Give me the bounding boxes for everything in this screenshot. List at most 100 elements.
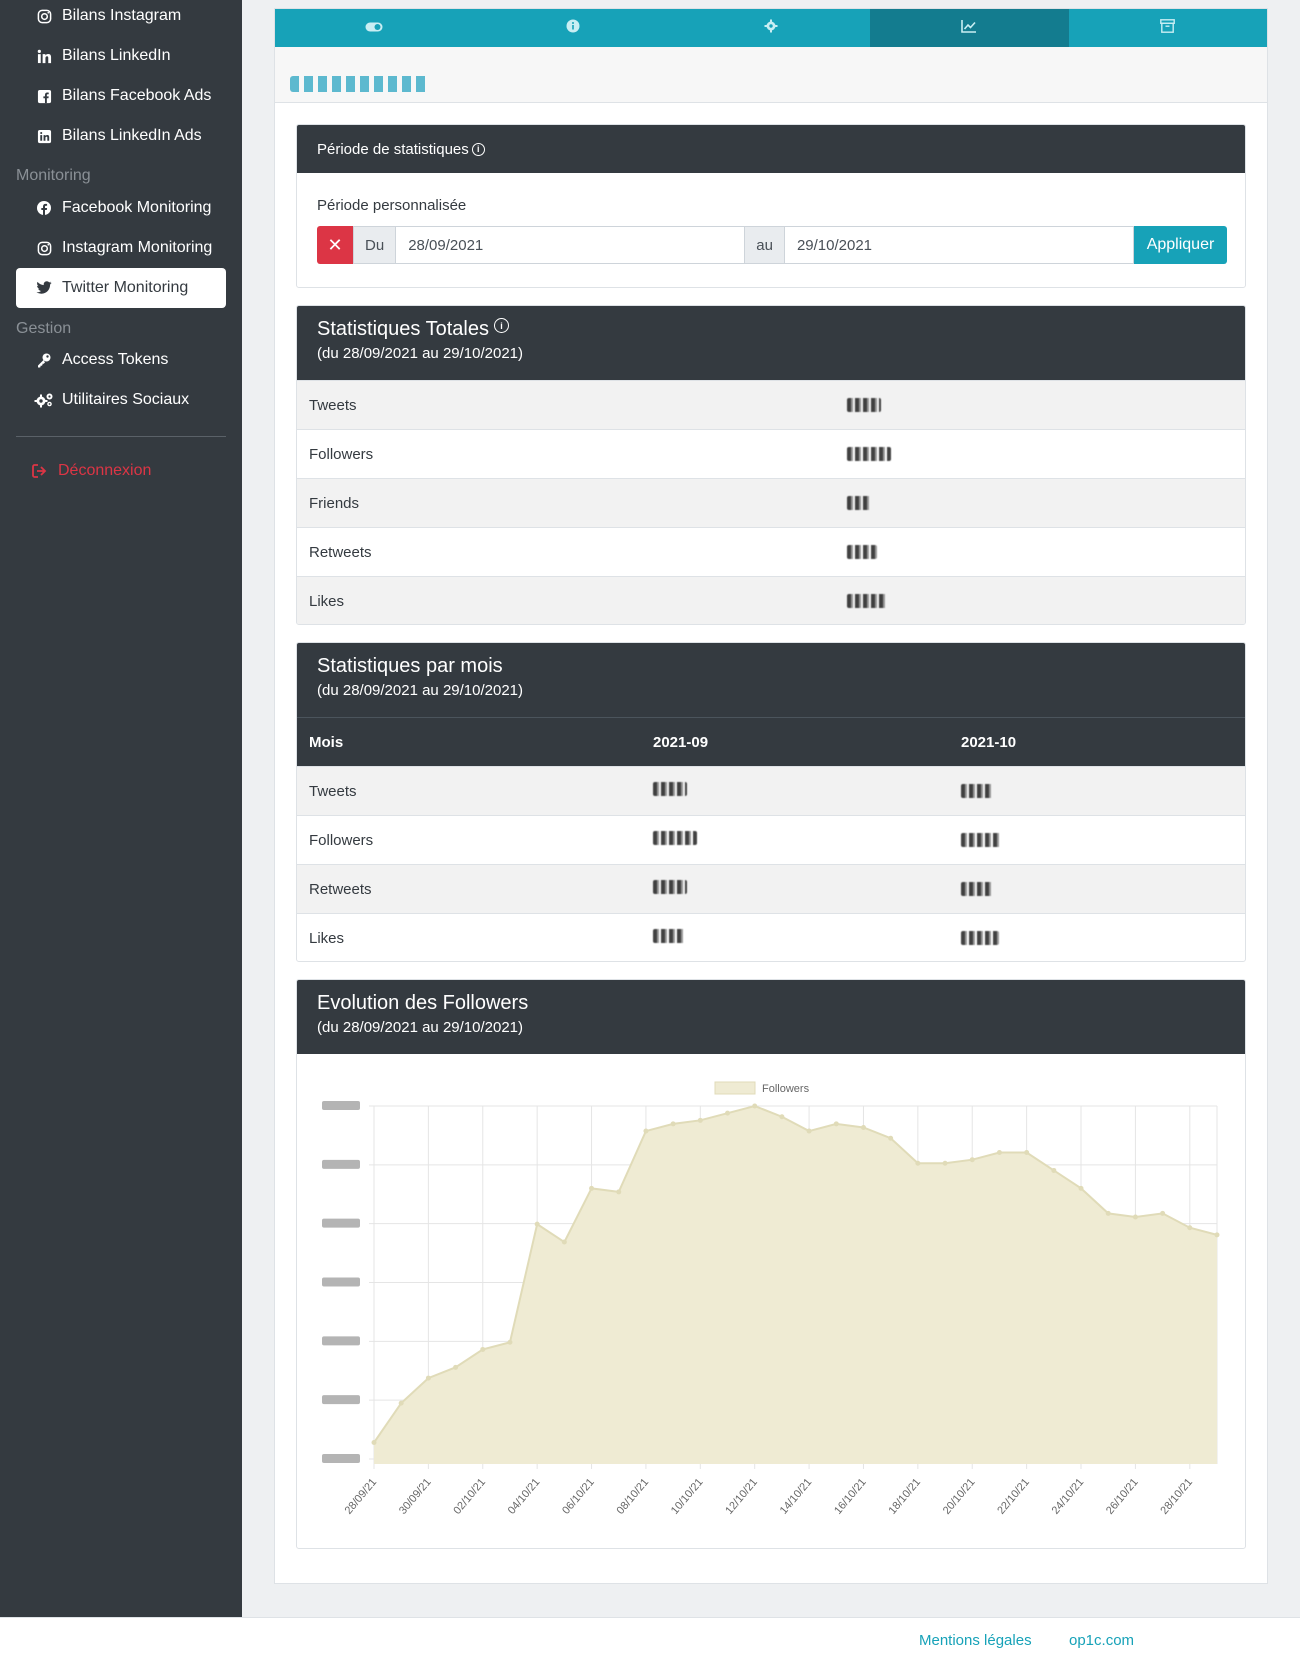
column-header: 2021-09 xyxy=(653,733,709,751)
tab-statistics[interactable] xyxy=(870,9,1069,47)
sidebar-item-utilitaires-sociaux[interactable]: Utilitaires Sociaux xyxy=(16,380,226,420)
period-panel-title: Période de statistiques xyxy=(317,140,469,158)
tab-bar xyxy=(275,9,1267,47)
x-tick-label: 28/10/21 xyxy=(1158,1476,1195,1517)
data-point xyxy=(561,1239,567,1245)
sidebar: Bilans Instagram Bilans LinkedIn Bilans … xyxy=(0,0,242,1617)
redacted-value xyxy=(961,882,993,896)
info-circle-icon[interactable]: i xyxy=(493,318,509,333)
followers-area-chart: 28/09/21 30/09/21 02/10/21 04/10/21 06/10/21… xyxy=(322,1081,1220,1517)
data-point xyxy=(1214,1232,1220,1238)
totals-panel-header: Statistiques Totales i (du 28/09/2021 au … xyxy=(297,306,1245,380)
data-point xyxy=(779,1114,785,1120)
sidebar-section-monitoring: Monitoring xyxy=(16,167,91,184)
data-point xyxy=(915,1160,921,1166)
sidebar-item-instagram-monitoring[interactable]: Instagram Monitoring xyxy=(16,228,226,268)
data-point xyxy=(507,1339,513,1345)
evolution-panel-header: Evolution des Followers (du 28/09/2021 a… xyxy=(297,980,1245,1054)
tab-settings[interactable] xyxy=(672,9,870,47)
op1c-link[interactable]: op1c.com xyxy=(1069,1632,1134,1649)
sidebar-item-bilans-linkedin-ads[interactable]: Bilans LinkedIn Ads xyxy=(16,116,226,156)
tab-archive[interactable] xyxy=(1069,9,1267,47)
clear-period-button[interactable]: ✕ xyxy=(317,226,353,264)
monthly-panel: Statistiques par mois (du 28/09/2021 au … xyxy=(296,642,1246,962)
table-row: Retweets xyxy=(297,527,1245,576)
x-tick-label: 16/10/21 xyxy=(832,1476,869,1517)
card-header xyxy=(275,47,1267,103)
table-row: Tweets xyxy=(297,766,1245,815)
data-point xyxy=(371,1440,377,1446)
logout-label: Déconnexion xyxy=(58,462,152,479)
followers-area xyxy=(374,1106,1217,1464)
y-tick-label-redacted xyxy=(322,1101,360,1110)
y-tick-label-redacted xyxy=(322,1159,360,1169)
x-tick-label: 08/10/21 xyxy=(615,1476,652,1517)
facebook-icon xyxy=(16,200,62,216)
row-label: Friends xyxy=(309,494,360,512)
row-label: Followers xyxy=(309,831,374,849)
legend-swatch xyxy=(714,1081,756,1095)
redacted-value xyxy=(847,398,881,412)
monthly-panel-title: Statistiques par mois xyxy=(317,655,503,677)
redacted-value xyxy=(961,931,999,945)
data-point xyxy=(670,1121,676,1127)
sidebar-item-facebook-monitoring[interactable]: Facebook Monitoring xyxy=(16,188,226,228)
close-icon: ✕ xyxy=(327,234,343,255)
data-point xyxy=(480,1346,486,1352)
data-point xyxy=(1187,1225,1193,1231)
table-row: Friends xyxy=(297,478,1245,527)
x-tick-label: 14/10/21 xyxy=(778,1476,815,1517)
redacted-value xyxy=(961,833,1001,847)
redacted-value xyxy=(847,496,871,510)
row-label: Likes xyxy=(309,592,345,610)
x-tick-label: 26/10/21 xyxy=(1104,1476,1141,1517)
mentions-legales-link[interactable]: Mentions légales xyxy=(919,1632,1032,1649)
sidebar-item-bilans-linkedin[interactable]: Bilans LinkedIn xyxy=(16,36,226,76)
info-icon xyxy=(566,19,580,38)
sidebar-item-bilans-facebook-ads[interactable]: Bilans Facebook Ads xyxy=(16,76,226,116)
sign-out-icon xyxy=(32,464,48,478)
tab-info[interactable] xyxy=(473,9,671,47)
column-header: Mois xyxy=(309,733,344,751)
redacted-account-name xyxy=(290,76,430,92)
sidebar-item-label: Instagram Monitoring xyxy=(62,239,213,256)
table-row: Likes xyxy=(297,913,1245,961)
sidebar-item-label: Bilans Instagram xyxy=(62,7,182,24)
instagram-icon xyxy=(16,9,62,24)
cogs-icon xyxy=(16,392,62,408)
sidebar-item-label: Utilitaires Sociaux xyxy=(62,391,190,408)
x-tick-label: 20/10/21 xyxy=(941,1476,978,1517)
table-row: Tweets xyxy=(297,380,1245,429)
data-point xyxy=(1051,1167,1057,1173)
period-panel-header: Période de statistiques i xyxy=(297,125,1245,173)
sidebar-divider xyxy=(16,436,226,437)
tab-toggle[interactable] xyxy=(275,9,473,47)
redacted-value xyxy=(653,929,685,943)
monthly-panel-subtitle: (du 28/09/2021 au 29/10/2021) xyxy=(317,682,524,699)
y-tick-label-redacted xyxy=(322,1336,360,1346)
sidebar-item-bilans-instagram[interactable]: Bilans Instagram xyxy=(16,0,226,36)
x-tick-label: 12/10/21 xyxy=(723,1476,760,1517)
logout-link[interactable]: Déconnexion xyxy=(32,462,151,480)
from-addon: Du xyxy=(353,226,397,264)
table-row: Followers xyxy=(297,429,1245,478)
totals-title-text: Statistiques Totales xyxy=(317,318,489,340)
redacted-value xyxy=(653,782,687,796)
archive-icon xyxy=(1160,18,1176,38)
x-tick-label: 28/09/21 xyxy=(343,1476,380,1517)
row-label: Retweets xyxy=(309,880,372,898)
table-row: Retweets xyxy=(297,864,1245,913)
apply-button[interactable]: Appliquer xyxy=(1134,226,1227,264)
sidebar-item-access-tokens[interactable]: Access Tokens xyxy=(16,340,226,380)
y-tick-label-redacted xyxy=(322,1395,360,1405)
y-tick-label-redacted xyxy=(322,1454,360,1463)
info-circle-icon[interactable]: i xyxy=(471,142,485,156)
data-point xyxy=(1078,1185,1084,1191)
to-date-field[interactable]: 29/10/2021 xyxy=(784,226,1134,264)
sidebar-item-twitter-monitoring[interactable]: Twitter Monitoring xyxy=(16,268,226,308)
legend-label: Followers xyxy=(762,1083,810,1095)
redacted-value xyxy=(653,831,697,845)
from-date-field[interactable]: 28/09/2021 xyxy=(396,226,746,264)
data-point xyxy=(806,1128,812,1134)
row-label: Retweets xyxy=(309,543,372,561)
